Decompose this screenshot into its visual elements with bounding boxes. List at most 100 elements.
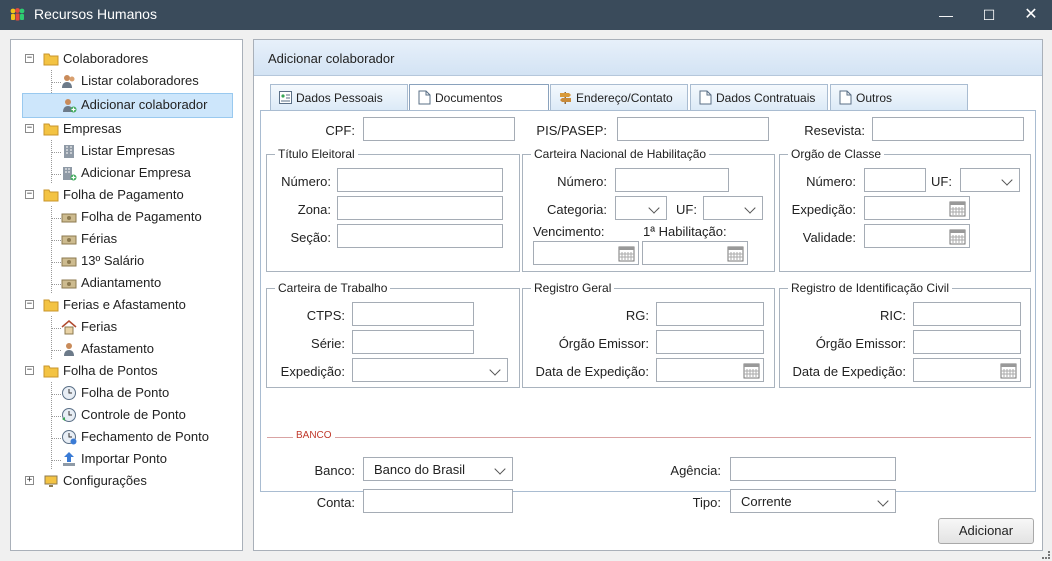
tab-endereco-contato[interactable]: Endereço/Contato bbox=[550, 84, 688, 110]
collapse-toggle[interactable]: − bbox=[25, 124, 34, 133]
tab-outros[interactable]: Outros bbox=[830, 84, 968, 110]
ctps-expedicao-label: Expedição: bbox=[280, 364, 345, 379]
reservista-label: Resevista: bbox=[804, 123, 865, 138]
banco-select[interactable]: Banco do Brasil bbox=[363, 457, 513, 481]
rg-data-label: Data de Expedição: bbox=[535, 364, 649, 379]
title-bar: Recursos Humanos — ☐ ✕ bbox=[0, 0, 1052, 30]
adicionar-button[interactable]: Adicionar bbox=[938, 518, 1034, 544]
registro-geral-group: Registro Geral RG: Órgão Emissor: Data d… bbox=[522, 281, 775, 388]
ctps-serie-input[interactable] bbox=[352, 330, 474, 354]
calendar-icon[interactable] bbox=[743, 362, 760, 379]
ctps-input[interactable] bbox=[352, 302, 474, 326]
tab-documentos[interactable]: Documentos bbox=[409, 84, 549, 111]
tree-label: Adiantamento bbox=[81, 275, 162, 290]
clock-check-icon bbox=[62, 430, 77, 445]
cnh-uf-label: UF: bbox=[676, 202, 697, 217]
money-icon bbox=[61, 257, 77, 267]
expand-toggle[interactable]: + bbox=[25, 476, 34, 485]
tipo-select[interactable]: Corrente bbox=[730, 489, 896, 513]
tab-dados-contratuais[interactable]: Dados Contratuais bbox=[690, 84, 828, 110]
carteira-trabalho-group: Carteira de Trabalho CTPS: Série: Expedi… bbox=[266, 281, 520, 388]
ctps-label: CTPS: bbox=[306, 308, 345, 323]
cnh-vencimento-date[interactable] bbox=[533, 241, 639, 265]
banco-section-label: BANCO bbox=[293, 430, 335, 441]
orgao-numero-input[interactable] bbox=[864, 168, 926, 192]
resize-grip[interactable] bbox=[1042, 551, 1050, 559]
money-icon bbox=[61, 213, 77, 223]
tree-label: Importar Ponto bbox=[81, 451, 167, 466]
rg-label: RG: bbox=[625, 308, 649, 323]
cnh-uf-select[interactable] bbox=[703, 196, 763, 220]
tree-label: Ferias bbox=[81, 319, 118, 334]
conta-label: Conta: bbox=[316, 495, 355, 510]
ric-orgao-input[interactable] bbox=[913, 330, 1021, 354]
tree-label: 13º Salário bbox=[81, 253, 145, 268]
cpf-input[interactable] bbox=[363, 117, 515, 141]
calendar-icon[interactable] bbox=[618, 245, 635, 262]
chevron-down-icon bbox=[877, 495, 889, 507]
titulo-secao-label: Seção: bbox=[290, 230, 331, 245]
cnh-categoria-label: Categoria: bbox=[547, 202, 607, 217]
chevron-down-icon bbox=[648, 202, 660, 214]
orgao-validade-date[interactable] bbox=[864, 224, 970, 248]
orgao-expedicao-label: Expedição: bbox=[791, 202, 856, 217]
group-title: Registro Geral bbox=[531, 281, 615, 295]
cnh-primeira-habilitacao-date[interactable] bbox=[642, 241, 748, 265]
cnh-categoria-select[interactable] bbox=[615, 196, 667, 220]
tree-label: Adicionar Empresa bbox=[81, 165, 191, 180]
collapse-toggle[interactable]: − bbox=[25, 366, 34, 375]
chevron-down-icon bbox=[489, 364, 501, 376]
upload-icon bbox=[63, 452, 75, 466]
orgao-validade-label: Validade: bbox=[802, 230, 856, 245]
documentos-form: CPF: PIS/PASEP: Resevista: Título Eleito… bbox=[260, 110, 1036, 513]
document-icon bbox=[699, 90, 712, 105]
page-title: Adicionar colaborador bbox=[268, 51, 395, 66]
titulo-zona-input[interactable] bbox=[337, 196, 503, 220]
document-icon bbox=[418, 90, 431, 105]
agencia-label: Agência: bbox=[670, 463, 721, 478]
calendar-icon[interactable] bbox=[949, 228, 966, 245]
document-icon bbox=[839, 90, 852, 105]
add-building-icon bbox=[63, 167, 77, 181]
app-logo-icon bbox=[10, 8, 25, 21]
panel-header: Adicionar colaborador bbox=[254, 40, 1042, 76]
pis-input[interactable] bbox=[617, 117, 769, 141]
tree-label: Adicionar colaborador bbox=[81, 97, 208, 112]
titulo-numero-label: Número: bbox=[281, 174, 331, 189]
chevron-down-icon bbox=[1001, 174, 1013, 186]
maximize-button[interactable]: ☐ bbox=[966, 0, 1012, 30]
orgao-expedicao-date[interactable] bbox=[864, 196, 970, 220]
tree-label: Controle de Ponto bbox=[81, 407, 186, 422]
agencia-input[interactable] bbox=[730, 457, 896, 481]
rg-orgao-input[interactable] bbox=[656, 330, 764, 354]
tree-label: Colaboradores bbox=[63, 51, 149, 66]
collapse-toggle[interactable]: − bbox=[25, 190, 34, 199]
titulo-secao-input[interactable] bbox=[337, 224, 503, 248]
reservista-input[interactable] bbox=[872, 117, 1024, 141]
titulo-numero-input[interactable] bbox=[337, 168, 503, 192]
calendar-icon[interactable] bbox=[727, 245, 744, 262]
collapse-toggle[interactable]: − bbox=[25, 54, 34, 63]
conta-input[interactable] bbox=[363, 489, 513, 513]
group-title: Título Eleitoral bbox=[275, 147, 358, 161]
tree-label: Folha de Pagamento bbox=[81, 209, 202, 224]
orgao-uf-select[interactable] bbox=[960, 168, 1020, 192]
calendar-icon[interactable] bbox=[1000, 362, 1017, 379]
clock-arrow-icon bbox=[62, 408, 76, 422]
money-icon bbox=[61, 279, 77, 289]
rg-input[interactable] bbox=[656, 302, 764, 326]
tab-dados-pessoais[interactable]: Dados Pessoais bbox=[270, 84, 408, 110]
ctps-expedicao-select[interactable] bbox=[352, 358, 508, 382]
cnh-numero-input[interactable] bbox=[615, 168, 729, 192]
window-title: Recursos Humanos bbox=[34, 6, 157, 22]
calendar-icon[interactable] bbox=[949, 200, 966, 217]
rg-data-date[interactable] bbox=[656, 358, 764, 382]
close-button[interactable]: ✕ bbox=[1008, 0, 1052, 30]
banco-selected-value: Banco do Brasil bbox=[374, 462, 466, 477]
ric-input[interactable] bbox=[913, 302, 1021, 326]
minimize-button[interactable]: — bbox=[923, 0, 969, 30]
ric-data-date[interactable] bbox=[913, 358, 1021, 382]
group-title: Carteira Nacional de Habilitação bbox=[531, 147, 710, 161]
folder-icon bbox=[43, 123, 59, 136]
collapse-toggle[interactable]: − bbox=[25, 300, 34, 309]
